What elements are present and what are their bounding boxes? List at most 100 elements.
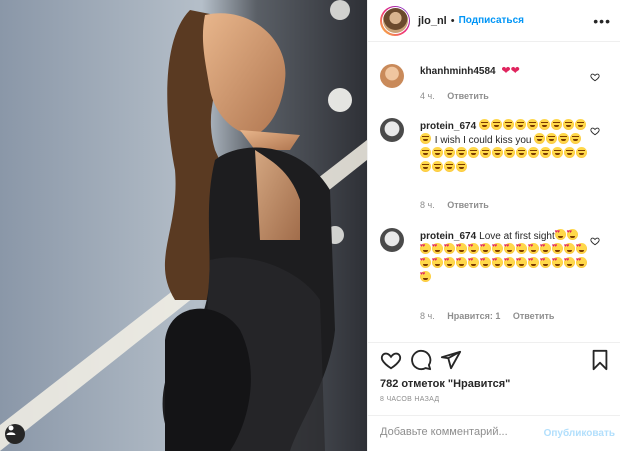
laughing-face-icon xyxy=(504,147,515,158)
comment-time[interactable]: 8 ч. xyxy=(420,311,435,321)
comment-item: khanhminh4584 ❤❤ 4 ч. Ответить xyxy=(380,64,610,114)
heart-eyes-face-icon xyxy=(504,257,515,268)
laughing-face-icon xyxy=(563,119,575,130)
laughing-face-icon xyxy=(420,161,431,172)
comment-username[interactable]: protein_674 xyxy=(420,121,476,132)
reply-button[interactable]: Ответить xyxy=(447,91,489,101)
post-header: jlo_nl • Подписаться ••• xyxy=(368,0,620,42)
laughing-face-icon xyxy=(570,133,582,144)
comment-like-icon[interactable] xyxy=(590,72,600,82)
add-comment-bar: Опубликовать xyxy=(368,415,620,451)
heart-eyes-face-icon xyxy=(468,257,479,268)
laughing-face-icon xyxy=(540,147,551,158)
comment-body: protein_674 I wish I could kiss you xyxy=(420,119,590,175)
laughing-face-icon xyxy=(432,161,443,172)
post-timestamp[interactable]: 8 часов назад xyxy=(380,396,439,403)
follow-button[interactable]: Подписаться xyxy=(459,15,524,26)
share-icon[interactable] xyxy=(440,349,462,371)
more-options-icon[interactable]: ••• xyxy=(593,13,611,29)
comment-time[interactable]: 4 ч. xyxy=(420,91,435,101)
heart-eyes-face-icon xyxy=(492,243,503,254)
heart-eyes-face-icon xyxy=(444,243,455,254)
comment-like-icon[interactable] xyxy=(590,236,600,246)
laughing-face-icon xyxy=(479,119,491,130)
comment-time[interactable]: 8 ч. xyxy=(420,200,435,210)
laughing-face-icon xyxy=(515,119,527,130)
laughing-face-icon xyxy=(551,119,563,130)
heart-eyes-face-icon xyxy=(516,243,527,254)
heart-eyes-face-icon xyxy=(528,243,539,254)
red-heart-icon: ❤ xyxy=(501,65,511,77)
heart-eyes-face-icon xyxy=(420,271,431,282)
heart-eyes-face-icon xyxy=(552,257,563,268)
comment-username[interactable]: khanhminh4584 xyxy=(420,66,496,77)
comment-likes-count[interactable]: Нравится: 1 xyxy=(447,311,500,321)
comments-list: khanhminh4584 ❤❤ 4 ч. Ответить protein_6… xyxy=(368,42,620,342)
bookmark-icon[interactable] xyxy=(590,349,610,371)
comment-avatar[interactable] xyxy=(380,118,404,142)
comment-text: I wish I could kiss you xyxy=(434,135,532,146)
comment-icon[interactable] xyxy=(410,349,432,371)
author-username[interactable]: jlo_nl xyxy=(418,15,447,27)
laughing-face-icon xyxy=(534,133,546,144)
comment-meta: 4 ч. Ответить xyxy=(420,91,499,101)
comment-item: protein_674Love at first sight 8 ч. Нрав… xyxy=(380,228,610,328)
heart-eyes-face-icon xyxy=(432,257,443,268)
reply-button[interactable]: Ответить xyxy=(447,200,489,210)
post-side-panel: jlo_nl • Подписаться ••• khanhminh4584 ❤… xyxy=(367,0,620,451)
heart-eyes-face-icon xyxy=(576,243,587,254)
comment-avatar[interactable] xyxy=(380,228,404,252)
laughing-face-icon xyxy=(456,147,467,158)
laughing-face-icon xyxy=(444,161,455,172)
laughing-face-icon xyxy=(468,147,479,158)
laughing-face-icon xyxy=(444,147,455,158)
post-photo[interactable] xyxy=(0,0,367,451)
comment-like-icon[interactable] xyxy=(590,126,600,136)
heart-eyes-face-icon xyxy=(576,257,587,268)
laughing-face-icon xyxy=(492,147,503,158)
reply-button[interactable]: Ответить xyxy=(513,311,555,321)
heart-eyes-face-icon xyxy=(420,257,431,268)
heart-eyes-face-icon xyxy=(554,229,566,240)
laughing-face-icon xyxy=(539,119,551,130)
heart-eyes-face-icon xyxy=(456,243,467,254)
laughing-face-icon xyxy=(564,147,575,158)
laughing-face-icon xyxy=(420,147,431,158)
heart-eyes-face-icon xyxy=(540,257,551,268)
laughing-face-icon xyxy=(420,133,431,144)
comment-avatar[interactable] xyxy=(380,64,404,88)
heart-eyes-face-icon xyxy=(432,243,443,254)
heart-eyes-face-icon xyxy=(444,257,455,268)
comment-input[interactable] xyxy=(380,426,530,438)
post-actions: 782 отметок "Нравится" 8 часов назад xyxy=(368,342,620,410)
header-separator: • xyxy=(450,14,455,27)
laughing-face-icon xyxy=(480,147,491,158)
heart-eyes-face-icon xyxy=(480,243,491,254)
heart-eyes-face-icon xyxy=(552,243,563,254)
heart-eyes-face-icon xyxy=(456,257,467,268)
photo-illustration xyxy=(0,0,367,451)
laughing-face-icon xyxy=(503,119,515,130)
laughing-face-icon xyxy=(575,119,587,130)
heart-eyes-face-icon xyxy=(468,243,479,254)
author-avatar[interactable] xyxy=(380,5,410,36)
laughing-face-icon xyxy=(558,133,570,144)
comment-text: Love at first sight xyxy=(479,231,555,242)
laughing-face-icon xyxy=(491,119,503,130)
comment-username[interactable]: protein_674 xyxy=(420,231,476,242)
laughing-face-icon xyxy=(546,133,558,144)
heart-eyes-face-icon xyxy=(564,243,575,254)
laughing-face-icon xyxy=(576,147,587,158)
likes-count[interactable]: 782 отметок "Нравится" xyxy=(380,378,510,390)
heart-eyes-face-icon xyxy=(504,243,515,254)
comment-meta: 8 ч. Нравится: 1 Ответить xyxy=(420,311,564,321)
laughing-face-icon xyxy=(456,161,467,172)
heart-icon[interactable] xyxy=(380,349,402,371)
laughing-face-icon xyxy=(527,119,539,130)
heart-eyes-face-icon xyxy=(420,243,431,254)
comment-body: protein_674 Love at first sight xyxy=(420,229,590,285)
publish-button[interactable]: Опубликовать xyxy=(544,428,615,439)
red-heart-icon: ❤ xyxy=(510,65,520,77)
tagged-user-icon[interactable] xyxy=(5,424,25,444)
heart-eyes-face-icon xyxy=(492,257,503,268)
